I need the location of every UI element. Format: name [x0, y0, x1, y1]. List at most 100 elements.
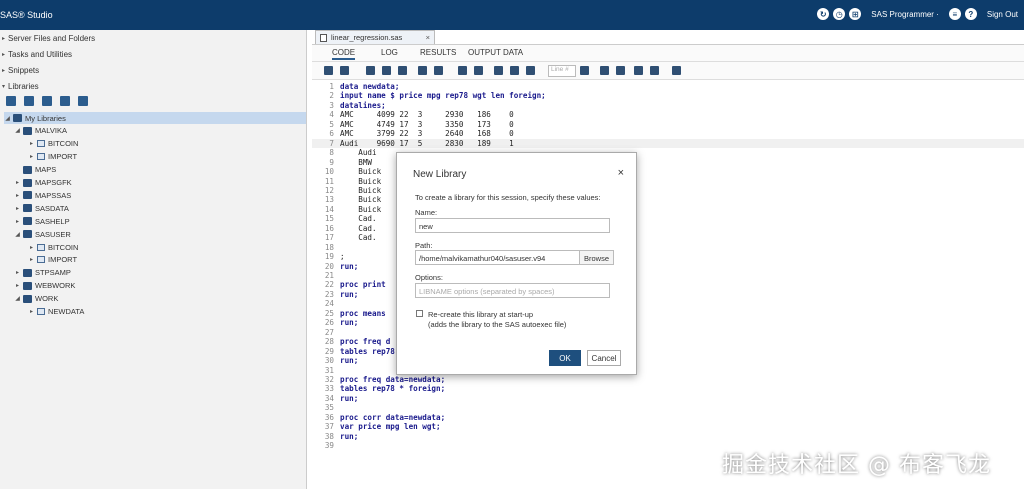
undo-icon[interactable]	[458, 66, 467, 75]
print-icon[interactable]	[418, 66, 427, 75]
find-icon[interactable]	[616, 66, 625, 75]
paste-icon[interactable]	[526, 66, 535, 75]
line-number-input[interactable]: Line #	[548, 65, 576, 77]
cancel-button[interactable]: Cancel	[587, 350, 621, 366]
history-dropdown-icon[interactable]	[340, 66, 349, 75]
tab-output-data[interactable]: OUTPUT DATA	[468, 48, 523, 57]
table-view-icon[interactable]	[60, 96, 70, 106]
tree-item[interactable]: ▸ IMPORT	[28, 254, 77, 266]
caret-icon[interactable]: ▸	[14, 205, 21, 212]
caret-icon[interactable]: ▸	[28, 244, 35, 251]
section-snippets[interactable]: ▸ Snippets	[0, 62, 307, 78]
tree-item[interactable]: ▸ NEWDATA	[28, 306, 84, 318]
section-server-files[interactable]: ▸ Server Files and Folders	[0, 30, 307, 46]
save-icon[interactable]	[366, 66, 375, 75]
clear-icon[interactable]	[634, 66, 643, 75]
caret-icon[interactable]: ▸	[28, 308, 35, 315]
menu-icon[interactable]: ≡	[948, 8, 961, 20]
save-as-icon[interactable]	[382, 66, 391, 75]
caret-icon[interactable]: ▸	[28, 153, 35, 160]
file-tab[interactable]: linear_regression.sas ×	[315, 30, 435, 44]
tree-item[interactable]: ▸ WEBWORK	[14, 280, 75, 292]
dialog-title: New Library	[413, 169, 467, 180]
tree-item-label: STPSAMP	[35, 268, 71, 278]
tree-item[interactable]: ◢ MALVIKA	[14, 125, 67, 137]
caret-icon[interactable]: ◢	[4, 115, 11, 122]
checkbox-sublabel: (adds the library to the SAS autoexec fi…	[428, 320, 567, 329]
caret-icon[interactable]: ▸	[14, 192, 21, 199]
tree-item[interactable]: ▸ STPSAMP	[14, 267, 71, 279]
refresh-libraries-icon[interactable]	[78, 96, 88, 106]
tree-item-label: IMPORT	[48, 152, 78, 162]
caret-icon[interactable]: ▸	[14, 218, 21, 225]
code-line: 34 run;	[312, 394, 358, 404]
code-text: proc means	[340, 308, 386, 318]
name-field[interactable]: new	[415, 218, 610, 233]
section-label: Snippets	[8, 65, 40, 75]
code-line: 7 Audi 9690 17 5 2830 189 1	[312, 138, 1024, 149]
close-icon[interactable]: ×	[618, 167, 624, 179]
split-icon[interactable]	[650, 66, 659, 75]
apps-grid-icon[interactable]: ⊞	[849, 8, 862, 20]
ok-button[interactable]: OK	[549, 350, 581, 366]
tree-item[interactable]: ▸ BITCOIN	[28, 138, 78, 150]
signout-link[interactable]: Sign Out	[987, 10, 1018, 19]
format-code-icon[interactable]	[600, 66, 609, 75]
tree-item[interactable]: ▸ IMPORT	[28, 151, 77, 163]
recreate-checkbox[interactable]	[416, 310, 423, 317]
caret-icon[interactable]: ▸	[14, 282, 21, 289]
line-number: 4	[329, 110, 334, 120]
section-libraries[interactable]: ▾ Libraries	[0, 78, 307, 94]
code-text: Buick	[340, 185, 382, 195]
tree-item[interactable]: ◢ WORK	[14, 293, 58, 305]
tree-item[interactable]: ▸ SASDATA	[14, 202, 69, 214]
caret-icon[interactable]: ▸	[28, 140, 35, 147]
perspective-menu[interactable]: SAS Programmer ·	[871, 10, 939, 19]
tree-item-label: SASUSER	[35, 229, 71, 239]
caret-icon[interactable]: ◢	[14, 231, 21, 238]
code-line: 28 proc freq d	[312, 337, 390, 347]
caret-icon[interactable]: ◢	[14, 127, 21, 134]
redo-icon[interactable]	[474, 66, 483, 75]
tab-log[interactable]: LOG	[381, 48, 398, 57]
line-number: 30	[324, 356, 334, 366]
run-icon[interactable]	[324, 66, 333, 75]
caret-icon[interactable]: ▸	[14, 179, 21, 186]
tree-item[interactable]: ▸ MAPSSAS	[14, 189, 71, 201]
options-field[interactable]: LIBNAME options (separated by spaces)	[415, 283, 610, 298]
caret-icon[interactable]: ▸	[28, 256, 35, 263]
code-text: Cad.	[340, 233, 377, 243]
tree-item[interactable]: ▸ SASHELP	[14, 215, 70, 227]
cut-icon[interactable]	[494, 66, 503, 75]
code-line: 18	[312, 243, 340, 253]
tree-item[interactable]: ◢ My Libraries	[4, 112, 306, 124]
copy-icon[interactable]	[510, 66, 519, 75]
code-text: run;	[340, 393, 359, 403]
code-line: 6 AMC 3799 22 3 2640 168 0	[312, 129, 513, 139]
library-properties-icon[interactable]	[24, 96, 34, 106]
tab-code[interactable]: CODE	[332, 48, 356, 60]
maximize-icon[interactable]	[672, 66, 681, 75]
go-to-line-icon[interactable]	[580, 66, 589, 75]
delete-library-icon[interactable]	[42, 96, 52, 106]
export-icon[interactable]	[434, 66, 443, 75]
tree-item[interactable]: ▸ BITCOIN	[28, 241, 78, 253]
help-icon[interactable]: ?	[964, 8, 977, 20]
tree-item[interactable]: ◢ SASUSER	[14, 228, 71, 240]
close-icon[interactable]: ×	[426, 33, 430, 42]
new-library-icon[interactable]	[6, 96, 16, 106]
browse-button[interactable]: Browse	[579, 250, 615, 265]
caret-icon[interactable]: ▸	[14, 269, 21, 276]
history-icon[interactable]: ◷	[833, 8, 846, 20]
tree-item-label: IMPORT	[48, 255, 78, 265]
path-field[interactable]: /home/malvikamathur040/sasuser.v94	[415, 250, 581, 265]
code-line: 20 run;	[312, 262, 358, 272]
tree-item[interactable]: ▸ MAPSGFK	[14, 177, 72, 189]
download-icon[interactable]	[398, 66, 407, 75]
code-text: Audi 9690 17 5 2830 189 1	[340, 138, 514, 148]
section-tasks[interactable]: ▸ Tasks and Utilities	[0, 46, 307, 62]
tree-item[interactable]: MAPS	[14, 164, 56, 176]
refresh-icon[interactable]: ↻	[817, 8, 830, 20]
tab-results[interactable]: RESULTS	[420, 48, 456, 57]
caret-icon[interactable]: ◢	[14, 295, 21, 302]
